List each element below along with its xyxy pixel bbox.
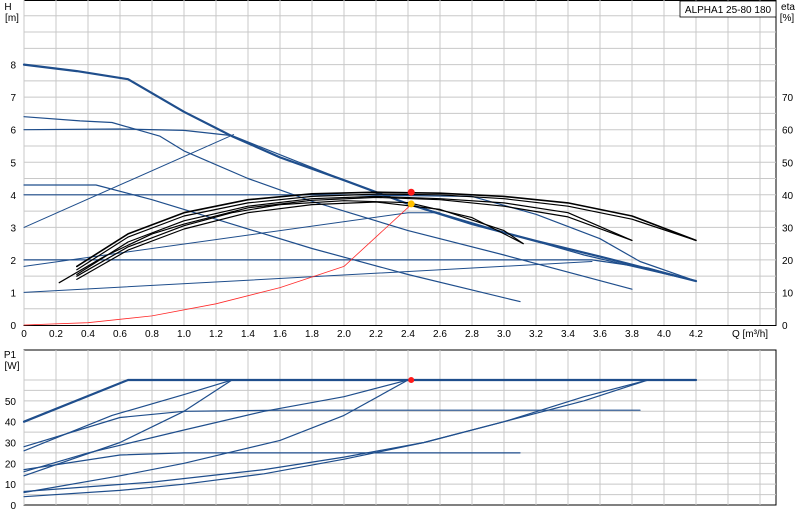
- x-tick-label: 1.4: [241, 329, 255, 340]
- x-tick-label: 0.8: [145, 329, 159, 340]
- x-tick-label: 3.8: [625, 329, 639, 340]
- y-right-tick-label: 60: [782, 126, 794, 137]
- x-tick-label: 2.4: [401, 329, 415, 340]
- y-left-tick-label: 8: [10, 61, 16, 72]
- y-left-tick-label: 4: [10, 191, 16, 202]
- y-left-tick-label: 2: [10, 256, 16, 267]
- y-right-tick-label: 30: [782, 223, 794, 234]
- y-right-tick-label: 10: [782, 288, 794, 299]
- x-tick-label: 0.4: [81, 329, 95, 340]
- power-axis-label: P1: [4, 350, 17, 361]
- x-tick-label: 1.6: [273, 329, 287, 340]
- x-tick-label: 3.6: [593, 329, 607, 340]
- y-right-tick-label: 40: [782, 191, 794, 202]
- power-tick-label: 50: [5, 397, 17, 408]
- x-tick-label: 0: [21, 329, 27, 340]
- x-tick-label: 0.6: [113, 329, 127, 340]
- y-right-tick-label: 0: [782, 321, 788, 332]
- x-tick-label: 4.2: [689, 329, 703, 340]
- chart-canvas: 0 0.2 0.4 0.6 0.8 1.0 1.2 1.4 1.6 1.8 2.0 2.2 2.4 2.6…: [4, 0, 795, 512]
- y-right-tick-label: 20: [782, 256, 794, 267]
- head-panel-frame: [23, 0, 777, 326]
- y-left-tick-label: 1: [10, 288, 16, 299]
- x-tick-label: 2.8: [465, 329, 479, 340]
- x-tick-label: 2.0: [337, 329, 351, 340]
- power-tick-label: 30: [5, 439, 17, 450]
- y-right-axis-label: eta: [781, 2, 795, 13]
- x-tick-label: 2.2: [369, 329, 383, 340]
- x-tick-label: 2.6: [433, 329, 447, 340]
- y-left-axis-label: H: [4, 2, 11, 13]
- x-tick-label: 1.2: [209, 329, 223, 340]
- x-tick-label: 3.0: [497, 329, 511, 340]
- x-tick-label: 4.0: [657, 329, 671, 340]
- y-left-tick-label: 7: [10, 93, 16, 104]
- y-right-tick-label: 50: [782, 158, 794, 169]
- power-axis-unit: [W]: [5, 361, 20, 372]
- operating-point: [407, 200, 415, 208]
- y-left-tick-label: 3: [10, 223, 16, 234]
- operating-point: [407, 188, 415, 196]
- x-tick-label: 0.2: [49, 329, 63, 340]
- y-right-tick-label: 70: [782, 93, 794, 104]
- y-left-tick-label: 5: [10, 158, 16, 169]
- y-left-tick-label: 0: [10, 321, 16, 332]
- power-panel-frame: [23, 349, 777, 506]
- y-left-tick-label: 6: [10, 126, 16, 137]
- power-tick-label: 20: [5, 459, 17, 470]
- x-tick-label: 1.8: [305, 329, 319, 340]
- power-operating-point: [408, 377, 415, 383]
- chart-title: ALPHA1 25-80 180: [685, 5, 772, 16]
- y-left-axis-unit: [m]: [5, 13, 19, 24]
- x-tick-label: 1.0: [177, 329, 191, 340]
- x-tick-label: 3.2: [529, 329, 543, 340]
- y-right-axis-unit: [%]: [780, 13, 795, 24]
- power-tick-label: 10: [5, 480, 17, 491]
- power-tick-label: 40: [5, 418, 17, 429]
- pump-performance-chart: 0 0.2 0.4 0.6 0.8 1.0 1.2 1.4 1.6 1.8 2.0 2.2 2.4 2.6…: [0, 0, 800, 520]
- x-tick-label: 3.4: [561, 329, 575, 340]
- power-tick-label: 0: [10, 501, 16, 512]
- x-axis-label: Q [m³/h]: [732, 329, 768, 340]
